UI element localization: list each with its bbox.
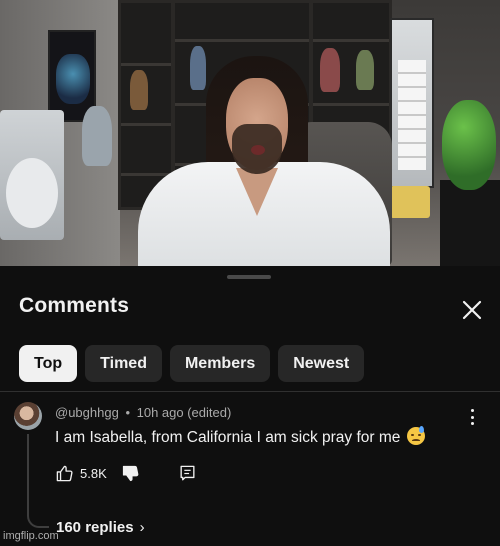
replies-count: 160 replies bbox=[56, 519, 134, 536]
thumbs-down-icon[interactable] bbox=[121, 464, 140, 483]
close-button[interactable] bbox=[458, 296, 486, 324]
chip-timed[interactable]: Timed bbox=[85, 345, 162, 382]
collectible-figure bbox=[130, 70, 148, 110]
white-cabinet bbox=[0, 110, 64, 240]
thread-line bbox=[27, 434, 49, 528]
video-player[interactable] bbox=[0, 0, 500, 266]
collectible-figure bbox=[356, 50, 374, 90]
divider bbox=[0, 391, 500, 392]
view-replies-button[interactable]: 160 replies › bbox=[56, 519, 145, 536]
meta-separator: • bbox=[125, 405, 130, 420]
chevron-right-icon: › bbox=[139, 519, 145, 536]
more-options-button[interactable] bbox=[465, 407, 479, 427]
collectible-figure bbox=[82, 106, 112, 166]
watermark: imgflip.com bbox=[3, 530, 59, 542]
cereal-box bbox=[390, 186, 430, 218]
streamer-mouth bbox=[251, 145, 265, 155]
sheet-title: Comments bbox=[19, 294, 130, 317]
comments-sheet: Comments Top Timed Members Newest @ubghh… bbox=[0, 266, 500, 546]
plant-figure bbox=[442, 100, 496, 190]
sort-chips: Top Timed Members Newest bbox=[19, 345, 365, 382]
sweat-face-emoji bbox=[406, 426, 425, 445]
reply-icon[interactable] bbox=[178, 464, 197, 483]
chip-top[interactable]: Top bbox=[19, 345, 78, 382]
comment-author[interactable]: @ubghhgg bbox=[55, 405, 119, 420]
collectible-figure bbox=[320, 48, 340, 92]
comment-meta: @ubghhgg • 10h ago (edited) bbox=[55, 405, 231, 420]
comment-text: I am Isabella, from California I am sick… bbox=[55, 426, 425, 447]
comment-body: I am Isabella, from California I am sick… bbox=[55, 429, 401, 446]
desk bbox=[440, 180, 500, 266]
avatar[interactable] bbox=[14, 402, 42, 430]
drag-handle[interactable] bbox=[227, 275, 271, 279]
chip-members[interactable]: Members bbox=[169, 345, 271, 382]
chip-newest[interactable]: Newest bbox=[278, 345, 365, 382]
comment-time: 10h ago (edited) bbox=[136, 405, 232, 420]
thumbs-up-icon[interactable] bbox=[55, 464, 74, 483]
comment-actions: 5.8K bbox=[55, 463, 197, 483]
like-count: 5.8K bbox=[80, 465, 107, 481]
collectible-figure bbox=[190, 46, 206, 90]
close-icon bbox=[462, 300, 482, 320]
drinks-fridge bbox=[390, 18, 434, 188]
